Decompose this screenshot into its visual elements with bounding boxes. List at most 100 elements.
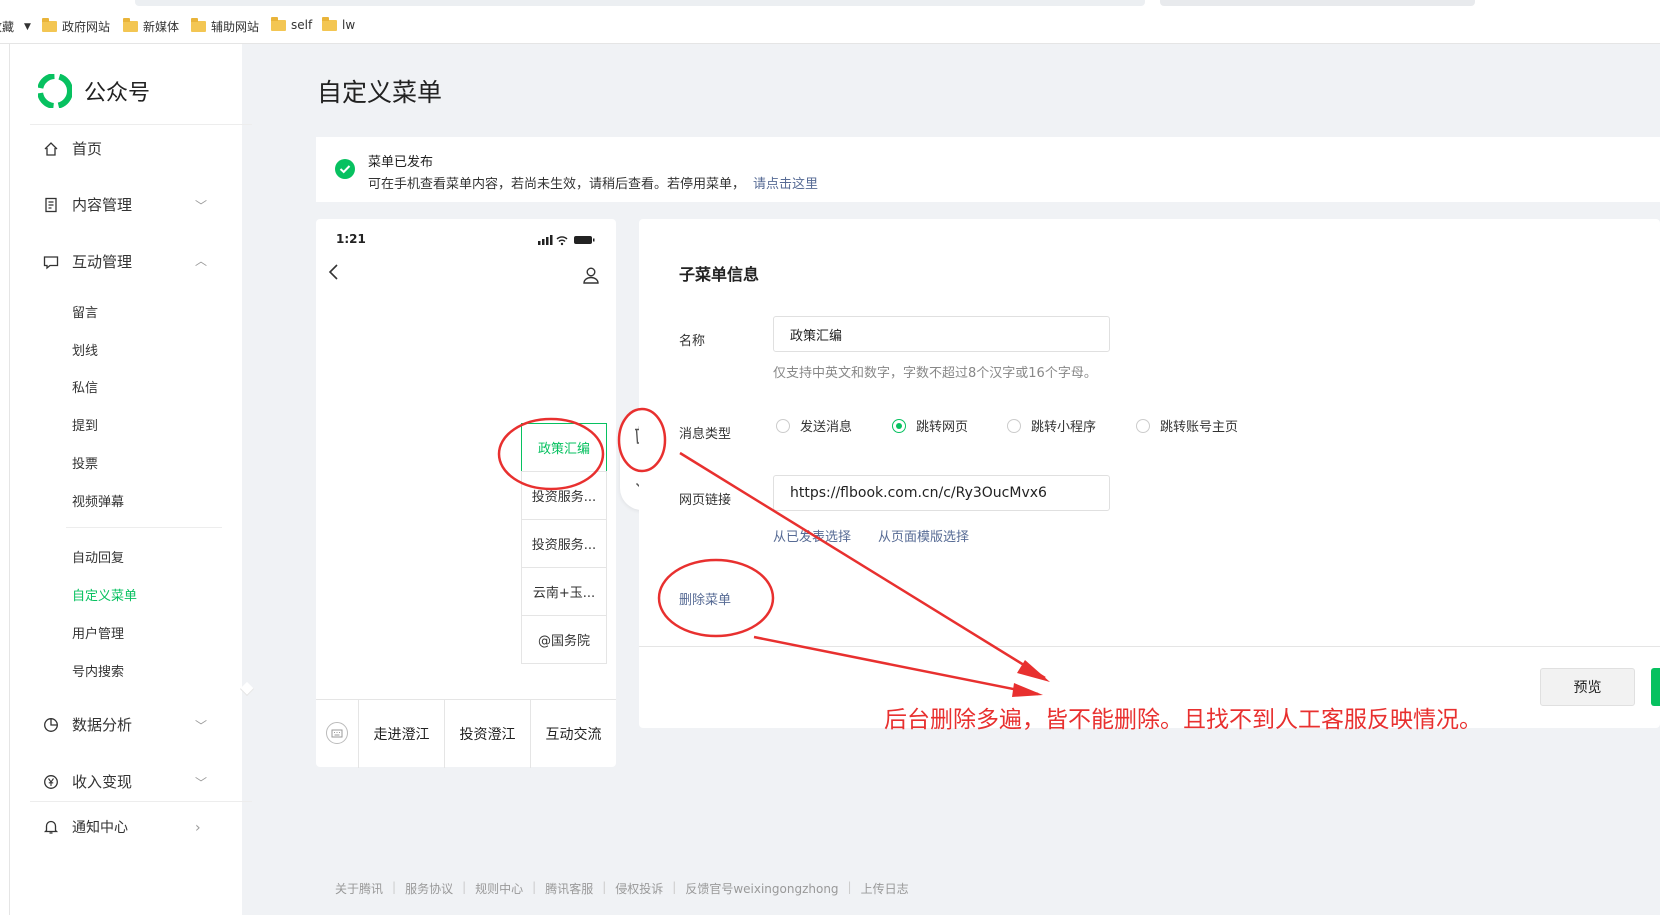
status-icons <box>538 235 595 246</box>
radio-circle-selected <box>892 418 906 433</box>
divider <box>66 527 222 528</box>
disable-menu-link[interactable]: 请点击这里 <box>753 177 818 192</box>
radio-label: 跳转小程序 <box>1031 420 1097 435</box>
pick-published-link[interactable]: 从已发表选择 <box>773 526 851 545</box>
nav-home-label: 首页 <box>72 140 103 158</box>
menu-tab[interactable]: 走进澄江 <box>358 700 444 768</box>
nav-sub-messages[interactable]: 留言 <box>72 302 98 321</box>
panel-title: 子菜单信息 <box>679 265 760 284</box>
radio-open-webpage[interactable]: 跳转网页 <box>892 416 968 435</box>
nav-sub-highlights[interactable]: 划线 <box>72 340 98 359</box>
menu-tab[interactable]: 互动交流 <box>530 700 616 768</box>
status-time: 1:21 <box>336 232 366 246</box>
radio-send-message[interactable]: 发送消息 <box>776 416 852 435</box>
divider <box>30 801 252 802</box>
bookmark-folder[interactable]: lw <box>322 16 355 32</box>
footer-link[interactable]: 服务协议 <box>405 880 453 897</box>
radio-circle <box>1007 418 1021 433</box>
nav-sub-auto-reply[interactable]: 自动回复 <box>72 547 124 566</box>
footer-link[interactable]: 侵权投诉 <box>615 880 663 897</box>
sidebar: 公众号 首页 内容管理 ﹀ 互动管理 ︿ 留言 划线 私信 提到 投票 视频弹幕… <box>10 44 252 915</box>
bookmark-favorites-label: 收藏 <box>0 20 15 34</box>
footer-divider: | <box>602 880 607 894</box>
pick-template-link[interactable]: 从页面模版选择 <box>878 526 969 545</box>
folder-icon <box>271 16 286 31</box>
user-profile-icon[interactable] <box>582 266 600 288</box>
bookmark-favorites[interactable]: 收藏 ▼ <box>0 18 31 35</box>
bookmark-label: self <box>291 18 313 32</box>
bookmark-label: 政府网站 <box>62 20 111 34</box>
panel-footer-divider <box>639 646 1660 647</box>
chevron-up-icon: ︿ <box>195 254 208 268</box>
url-input[interactable]: https://flbook.com.cn/c/Ry3OucMvx6 <box>773 475 1110 511</box>
page-footer: 关于腾讯 | 服务协议 | 规则中心 | 腾讯客服 | 侵权投诉 | 反馈官号weixin… <box>335 880 918 897</box>
bell-icon <box>42 818 60 836</box>
publish-notice: 菜单已发布 可在手机查看菜单内容，若尚未生效，请稍后查看。若停用菜单， 请点击这里 <box>316 137 1660 202</box>
nav-interaction-label: 互动管理 <box>72 253 133 271</box>
name-input[interactable]: 政策汇编 <box>773 316 1110 352</box>
delete-menu-link[interactable]: 删除菜单 <box>679 589 731 608</box>
nav-sub-video-danmaku[interactable]: 视频弹幕 <box>72 491 124 510</box>
radio-label: 发送消息 <box>800 420 853 435</box>
home-icon <box>42 140 60 158</box>
wechat-official-logo-icon <box>38 74 72 108</box>
phone-menu-bar: 走进澄江 投资澄江 互动交流 <box>316 699 616 768</box>
document-icon <box>42 196 60 214</box>
submenu-item[interactable]: 云南+玉... <box>521 567 607 616</box>
footer-link[interactable]: 上传日志 <box>861 880 909 897</box>
comment-icon <box>42 253 60 271</box>
submenu-item[interactable]: 投资服务... <box>521 519 607 568</box>
divider <box>30 124 252 125</box>
footer-divider: | <box>392 880 397 894</box>
notice-body: 可在手机查看菜单内容，若尚未生效，请稍后查看。若停用菜单， <box>368 177 746 192</box>
footer-link[interactable]: 腾讯客服 <box>545 880 593 897</box>
submenu-item[interactable]: 投资服务... <box>521 471 607 520</box>
radio-open-account-home[interactable]: 跳转账号主页 <box>1136 416 1238 435</box>
folder-icon <box>322 16 337 31</box>
nav-sub-mentions[interactable]: 提到 <box>72 415 98 434</box>
footer-divider: | <box>672 880 677 894</box>
nav-sub-private-messages[interactable]: 私信 <box>72 377 98 396</box>
nav-sub-user-management[interactable]: 用户管理 <box>72 623 124 642</box>
back-arrow-icon[interactable] <box>328 263 340 286</box>
radio-open-miniprogram[interactable]: 跳转小程序 <box>1007 416 1096 435</box>
bookmark-folder[interactable]: self <box>271 16 313 32</box>
folder-icon <box>123 18 138 32</box>
nav-home[interactable]: 首页 <box>42 138 102 159</box>
nav-content[interactable]: 内容管理 <box>42 194 132 215</box>
logo[interactable]: 公众号 <box>38 74 150 108</box>
phone-preview: 1:21 政策汇编 投资服务... 投资服务... 云南+玉... @国务院 走… <box>316 219 616 768</box>
bookmark-folder[interactable]: 辅助网站 <box>191 18 259 35</box>
nav-sub-account-search[interactable]: 号内搜索 <box>72 661 124 680</box>
folder-icon <box>191 18 206 32</box>
folder-icon <box>42 18 57 32</box>
footer-divider: | <box>462 880 467 894</box>
notice-text: 可在手机查看菜单内容，若尚未生效，请稍后查看。若停用菜单， 请点击这里 <box>368 173 818 192</box>
pie-chart-icon <box>42 716 60 734</box>
yuan-coin-icon <box>42 773 60 791</box>
nav-analytics[interactable]: 数据分析 <box>42 714 132 735</box>
footer-link[interactable]: 关于腾讯 <box>335 880 383 897</box>
submenu-item[interactable]: @国务院 <box>521 615 607 664</box>
nav-monetize[interactable]: 收入变现 <box>42 771 132 792</box>
nav-interaction[interactable]: 互动管理 <box>42 251 132 272</box>
publish-button[interactable] <box>1651 668 1660 706</box>
success-check-icon <box>335 159 355 179</box>
nav-sub-votes[interactable]: 投票 <box>72 453 98 472</box>
chevron-down-icon: ﹀ <box>195 719 208 733</box>
nav-notifications[interactable]: 通知中心 <box>42 817 128 837</box>
footer-link[interactable]: 反馈官号weixingongzhong <box>685 880 838 897</box>
radio-label: 跳转网页 <box>916 420 969 435</box>
nav-sub-custom-menu[interactable]: 自定义菜单 <box>72 585 137 604</box>
footer-link[interactable]: 规则中心 <box>475 880 523 897</box>
preview-button[interactable]: 预览 <box>1540 668 1635 706</box>
submenu-item[interactable]: 政策汇编 <box>521 423 607 472</box>
name-hint: 仅支持中英文和数字，字数不超过8个汉字或16个字母。 <box>773 366 1097 381</box>
chevron-down-icon: ﹀ <box>195 776 208 790</box>
menu-tab[interactable]: 投资澄江 <box>444 700 530 768</box>
keyboard-icon[interactable] <box>326 722 348 744</box>
bookmark-folder[interactable]: 新媒体 <box>123 18 179 35</box>
message-type-label: 消息类型 <box>679 427 732 442</box>
chevron-right-icon: › <box>195 820 201 836</box>
bookmark-folder[interactable]: 政府网站 <box>42 18 110 35</box>
